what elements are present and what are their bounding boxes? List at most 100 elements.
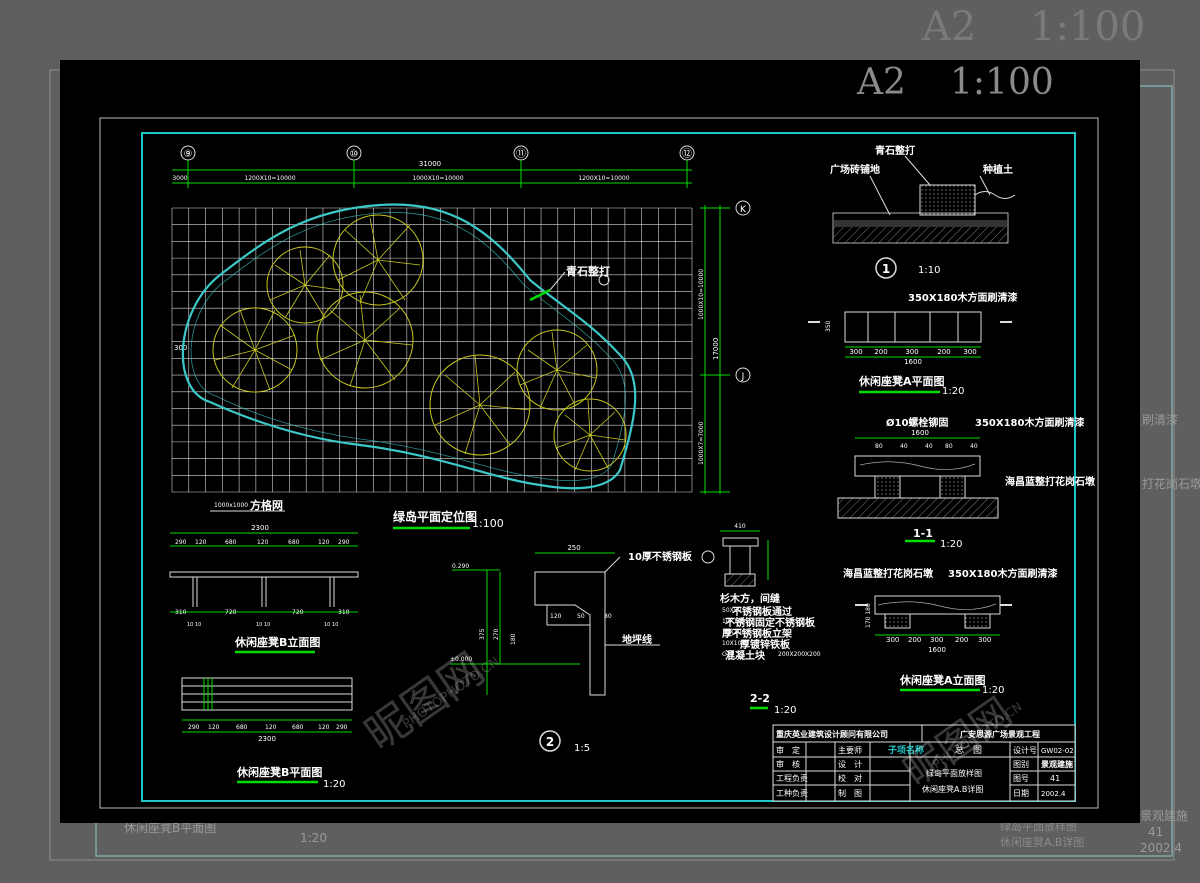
bench-b-elevation: 2300 290 120 680 120 680 120 290 310 720… xyxy=(169,524,359,654)
svg-text:200X200X200: 200X200X200 xyxy=(778,651,821,658)
svg-text:120: 120 xyxy=(318,724,330,731)
svg-text:120: 120 xyxy=(265,724,277,731)
island-outline xyxy=(181,203,637,490)
sheet-size-label: A2 xyxy=(856,62,906,103)
s1-stone-label: 青石整打 xyxy=(875,144,915,157)
section-1-1: Ø10螺栓铆固 350X180木方面刷清漆 1600 80 40 40 80 4… xyxy=(837,416,1096,550)
svg-text:250: 250 xyxy=(567,544,580,552)
svg-text:景观建施: 景观建施 xyxy=(1041,759,1073,769)
s11-scale: 1:20 xyxy=(940,539,962,550)
svg-text:设 计: 设 计 xyxy=(838,759,862,769)
svg-text:⑪: ⑪ xyxy=(516,148,526,160)
ghost-text-9: 休闲座凳A.B详图 xyxy=(1000,835,1084,849)
svg-text:680: 680 xyxy=(236,724,248,731)
svg-text:300: 300 xyxy=(886,636,899,644)
plant-7 xyxy=(553,398,627,472)
svg-text:⑫: ⑫ xyxy=(682,148,692,160)
s1-paving-label: 广场砖铺地 xyxy=(830,163,880,176)
axis-9: ⑨ xyxy=(180,145,196,161)
ghost-text-5: 景观建施 xyxy=(1140,809,1188,823)
grid-label: 方格网 xyxy=(250,498,283,512)
svg-text:290: 290 xyxy=(338,539,350,546)
svg-text:200: 200 xyxy=(937,348,950,356)
svg-text:审 核: 审 核 xyxy=(776,759,800,769)
drawing-sheet: A2 1:100 ⑨ ⑩ ⑪ ⑫ K J 31000 3000 1200X10=… xyxy=(60,60,1140,823)
svg-text:审 定: 审 定 xyxy=(776,745,800,755)
s1-soil-label: 种植土 xyxy=(982,163,1013,176)
svg-text:720: 720 xyxy=(225,609,237,616)
s2-plate-label: 10厚不锈钢板 xyxy=(628,550,693,563)
plan-dim-1: 1200X10=10000 xyxy=(244,175,295,182)
svg-text:2002.4: 2002.4 xyxy=(1041,790,1066,798)
benchA-plan-top-label: 350X180木方面刷清漆 xyxy=(908,291,1017,304)
svg-text:1600: 1600 xyxy=(904,358,922,366)
svg-text:80: 80 xyxy=(875,443,883,450)
svg-text:日期: 日期 xyxy=(1013,789,1029,798)
ghost-text-1: 刷清漆 xyxy=(1142,413,1178,427)
plant-6 xyxy=(516,329,598,411)
svg-text:10 10: 10 10 xyxy=(256,622,270,628)
svg-text:10X100: 10X100 xyxy=(722,629,745,636)
s2-ground-label: 地坪线 xyxy=(622,633,652,646)
svg-text:720: 720 xyxy=(292,609,304,616)
svg-text:200: 200 xyxy=(874,348,887,356)
svg-text:300: 300 xyxy=(849,348,862,356)
svg-text:0.290: 0.290 xyxy=(452,563,469,570)
benchB-plan-scale: 1:20 xyxy=(323,779,345,790)
s2-scale: 1:5 xyxy=(574,743,590,754)
s11-stone-label: 海昌蓝整打花岗石墩 xyxy=(1005,475,1096,488)
svg-text:厚镀锌铁板: 厚镀锌铁板 xyxy=(740,638,791,651)
svg-text:120: 120 xyxy=(550,613,562,620)
plan-view: ⑨ ⑩ ⑪ ⑫ K J 31000 3000 1200X10=10000 100… xyxy=(171,145,751,530)
svg-text:J: J xyxy=(741,372,745,382)
axis-J: J xyxy=(735,367,751,383)
svg-text:200: 200 xyxy=(908,636,921,644)
benchA-elev-stone: 海昌蓝整打花岗石墩 xyxy=(843,567,934,580)
svg-text:⑩: ⑩ xyxy=(350,149,359,160)
svg-text:200: 200 xyxy=(955,636,968,644)
svg-text:120: 120 xyxy=(208,724,220,731)
svg-text:120: 120 xyxy=(318,539,330,546)
s2-marker: 2 xyxy=(546,735,554,749)
plan-title: 绿岛平面定位图 xyxy=(393,509,477,524)
svg-text:K: K xyxy=(740,205,747,215)
svg-text:2300: 2300 xyxy=(251,524,269,532)
svg-text:41: 41 xyxy=(1050,774,1060,783)
plant-symbols xyxy=(212,214,627,472)
svg-text:350: 350 xyxy=(825,320,832,332)
svg-text:2300: 2300 xyxy=(258,735,276,743)
svg-text:290: 290 xyxy=(336,724,348,731)
svg-text:270: 270 xyxy=(493,628,500,640)
benchA-elev-title: 休闲座凳A立面图 xyxy=(899,673,986,687)
svg-text:680: 680 xyxy=(292,724,304,731)
axis-12: ⑫ xyxy=(679,145,695,161)
svg-text:290: 290 xyxy=(175,539,187,546)
benchA-plan-title: 休闲座凳A平面图 xyxy=(858,374,945,388)
benchA-plan-scale: 1:20 xyxy=(942,386,964,397)
svg-text:制 图: 制 图 xyxy=(838,788,862,798)
svg-text:⑨: ⑨ xyxy=(184,149,193,160)
svg-text:300: 300 xyxy=(963,348,976,356)
svg-text:290: 290 xyxy=(188,724,200,731)
sheet-scale-label: 1:100 xyxy=(950,62,1054,103)
plan-total-dim: 31000 xyxy=(419,160,441,168)
plan-scale: 1:100 xyxy=(472,517,504,530)
svg-text:40: 40 xyxy=(970,443,978,450)
svg-text:40: 40 xyxy=(900,443,908,450)
bench-b-plan: 290 120 680 120 680 120 290 2300 休闲座凳B平面… xyxy=(181,677,353,790)
svg-text:300: 300 xyxy=(905,348,918,356)
plan-right-dim-0: 1000X10=10000 xyxy=(698,269,705,320)
plan-left-dim: 300 xyxy=(174,344,187,352)
svg-text:1600: 1600 xyxy=(928,646,946,654)
benchA-elev-wood: 350X180木方面刷清漆 xyxy=(948,567,1057,580)
plant-4 xyxy=(316,291,414,389)
ghost-text-6: 41 xyxy=(1148,825,1163,839)
svg-text:10 10: 10 10 xyxy=(324,622,338,628)
s22-scale: 1:20 xyxy=(774,705,796,716)
ghost-text-4: 1:20 xyxy=(300,831,327,845)
s1-marker: 1 xyxy=(882,262,890,276)
svg-text:1600: 1600 xyxy=(911,429,929,437)
svg-text:180: 180 xyxy=(510,633,517,645)
ghost-text-2: 打花岗石墩 xyxy=(1142,476,1200,491)
svg-text:10 10: 10 10 xyxy=(187,622,201,628)
